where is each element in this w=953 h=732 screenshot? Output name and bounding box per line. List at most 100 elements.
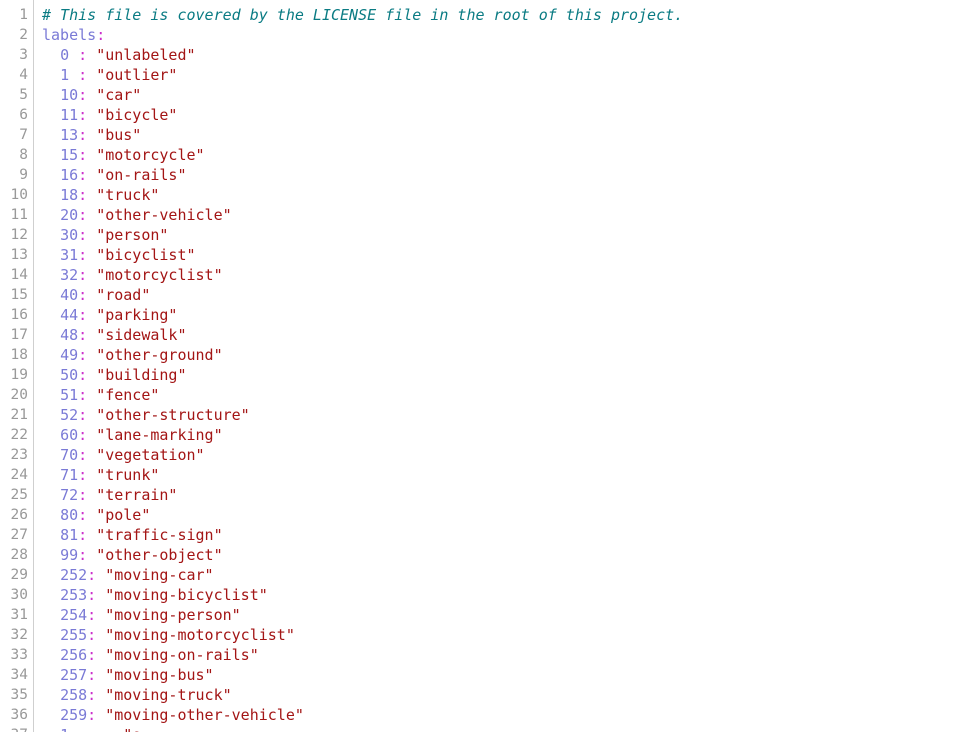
yaml-indent	[42, 606, 60, 624]
code-line[interactable]: 15: "motorcycle"	[42, 145, 953, 165]
code-line[interactable]: 20: "other-vehicle"	[42, 205, 953, 225]
yaml-key: 0	[60, 46, 79, 64]
yaml-space	[96, 646, 105, 664]
code-line[interactable]: 18: "truck"	[42, 185, 953, 205]
yaml-key: 71	[60, 466, 79, 484]
code-content-area[interactable]: # This file is covered by the LICENSE fi…	[34, 0, 953, 732]
code-line[interactable]: 30: "person"	[42, 225, 953, 245]
yaml-space	[87, 386, 96, 404]
yaml-colon: :	[78, 386, 88, 404]
yaml-key: 253	[60, 586, 88, 604]
yaml-key: 32	[60, 266, 79, 284]
yaml-string-value: "outlier"	[96, 66, 178, 84]
yaml-key: 99	[60, 546, 79, 564]
yaml-indent	[42, 66, 60, 84]
code-line[interactable]: 13: "bus"	[42, 125, 953, 145]
yaml-key: 50	[60, 366, 79, 384]
line-number: 3	[19, 47, 28, 63]
yaml-key: 1	[60, 726, 69, 732]
code-line[interactable]: 52: "other-structure"	[42, 405, 953, 425]
line-number: 35	[10, 687, 28, 703]
code-line[interactable]: 1 : "outlier"	[42, 65, 953, 85]
code-line[interactable]: 80: "pole"	[42, 505, 953, 525]
code-line[interactable]: 1: "o	[42, 725, 953, 732]
code-line[interactable]: 256: "moving-on-rails"	[42, 645, 953, 665]
line-number: 34	[10, 667, 28, 683]
yaml-key: 49	[60, 346, 79, 364]
yaml-space	[87, 326, 96, 344]
line-number: 16	[10, 307, 28, 323]
yaml-key: 80	[60, 506, 79, 524]
code-line[interactable]: 51: "fence"	[42, 385, 953, 405]
line-number: 15	[10, 287, 28, 303]
yaml-key: 81	[60, 526, 79, 544]
code-editor[interactable]: 1 2 3 4 5 6 7 8 9 10 11 12 13 14 15 16 17 18 19 20 21 22 23 24 2…	[0, 0, 953, 732]
code-line[interactable]: 252: "moving-car"	[42, 565, 953, 585]
code-line[interactable]: 31: "bicyclist"	[42, 245, 953, 265]
yaml-space	[87, 286, 96, 304]
yaml-indent	[42, 106, 60, 124]
yaml-string-value: "truck"	[96, 186, 160, 204]
code-line[interactable]: 254: "moving-person"	[42, 605, 953, 625]
code-line[interactable]: labels:	[42, 25, 953, 45]
yaml-string-value: "terrain"	[96, 486, 178, 504]
yaml-indent	[42, 686, 60, 704]
line-number: 2	[19, 27, 28, 43]
yaml-colon: :	[78, 546, 88, 564]
line-number: 4	[19, 67, 28, 83]
yaml-string-value: "unlabeled"	[96, 46, 196, 64]
yaml-key: 10	[60, 86, 79, 104]
code-line[interactable]: 258: "moving-truck"	[42, 685, 953, 705]
yaml-colon: :	[78, 446, 88, 464]
yaml-colon: :	[87, 706, 97, 724]
yaml-string-value: "bicycle"	[96, 106, 178, 124]
yaml-space	[87, 226, 96, 244]
yaml-indent	[42, 406, 60, 424]
code-line[interactable]: # This file is covered by the LICENSE fi…	[42, 5, 953, 25]
code-line[interactable]: 70: "vegetation"	[42, 445, 953, 465]
code-line[interactable]: 48: "sidewalk"	[42, 325, 953, 345]
code-line[interactable]: 72: "terrain"	[42, 485, 953, 505]
code-line[interactable]: 50: "building"	[42, 365, 953, 385]
yaml-indent	[42, 46, 60, 64]
code-line[interactable]: 0 : "unlabeled"	[42, 45, 953, 65]
code-line[interactable]: 11: "bicycle"	[42, 105, 953, 125]
yaml-indent	[42, 346, 60, 364]
code-line[interactable]: 253: "moving-bicyclist"	[42, 585, 953, 605]
code-line[interactable]: 40: "road"	[42, 285, 953, 305]
yaml-space	[87, 506, 96, 524]
code-line[interactable]: 71: "trunk"	[42, 465, 953, 485]
yaml-colon: :	[78, 186, 88, 204]
yaml-string-value: "lane-marking"	[96, 426, 223, 444]
yaml-key: 1	[60, 66, 79, 84]
code-line[interactable]: 44: "parking"	[42, 305, 953, 325]
code-line[interactable]: 10: "car"	[42, 85, 953, 105]
code-line[interactable]: 16: "on-rails"	[42, 165, 953, 185]
code-line[interactable]: 255: "moving-motorcyclist"	[42, 625, 953, 645]
yaml-indent	[42, 506, 60, 524]
yaml-colon: :	[78, 166, 88, 184]
code-line[interactable]: 259: "moving-other-vehicle"	[42, 705, 953, 725]
yaml-indent	[42, 86, 60, 104]
code-line[interactable]: 81: "traffic-sign"	[42, 525, 953, 545]
line-number: 21	[10, 407, 28, 423]
code-line[interactable]: 60: "lane-marking"	[42, 425, 953, 445]
line-number: 33	[10, 647, 28, 663]
yaml-key: 40	[60, 286, 79, 304]
line-number: 6	[19, 107, 28, 123]
code-line[interactable]: 32: "motorcyclist"	[42, 265, 953, 285]
yaml-string-value: "moving-car"	[105, 566, 214, 584]
line-number-gutter: 1 2 3 4 5 6 7 8 9 10 11 12 13 14 15 16 17 18 19 20 21 22 23 24 2…	[0, 0, 28, 732]
yaml-colon: :	[96, 26, 106, 44]
yaml-colon: :	[87, 586, 97, 604]
code-line[interactable]: 257: "moving-bus"	[42, 665, 953, 685]
code-line[interactable]: 99: "other-object"	[42, 545, 953, 565]
code-line[interactable]: 49: "other-ground"	[42, 345, 953, 365]
yaml-space	[87, 426, 96, 444]
line-number: 8	[19, 147, 28, 163]
yaml-indent	[42, 246, 60, 264]
yaml-indent	[42, 226, 60, 244]
yaml-indent	[42, 446, 60, 464]
yaml-colon: :	[78, 506, 88, 524]
yaml-colon: :	[78, 326, 88, 344]
